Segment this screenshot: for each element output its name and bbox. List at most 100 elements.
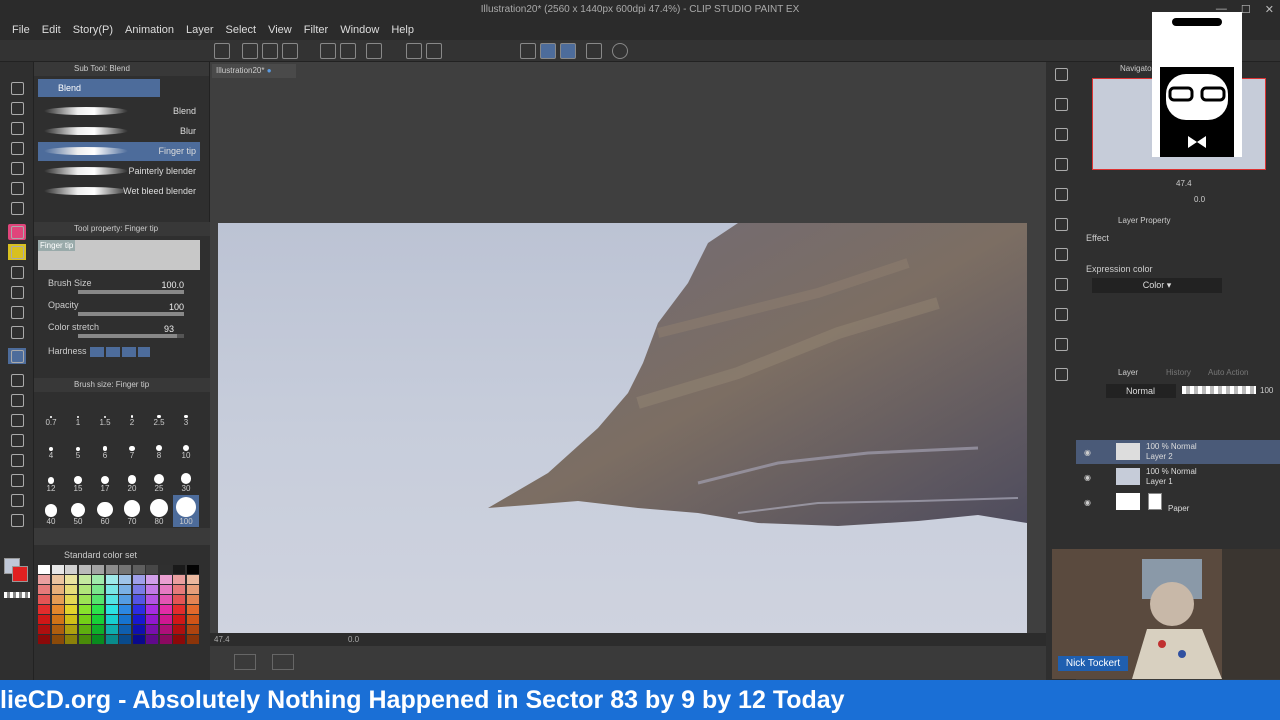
color-swatch[interactable] [65,575,77,584]
tab-history[interactable]: History [1166,368,1191,377]
color-swatch[interactable] [51,595,64,604]
brush-size-preset[interactable]: 5 [65,429,91,461]
brush-size-preset[interactable]: 25 [146,462,172,494]
decoration-tool-icon[interactable] [8,304,26,320]
brush-size-preset[interactable]: 70 [119,495,145,527]
text-tool-icon[interactable] [8,472,26,488]
eraser-tool-icon[interactable] [8,324,26,340]
color-swatch[interactable] [159,635,172,644]
color-swatch[interactable] [105,575,118,584]
color-swatch[interactable] [159,615,172,624]
expression-color-select[interactable]: Color ▾ [1092,278,1222,293]
redo-icon[interactable] [340,43,356,59]
layer-row[interactable]: ◉ 100 % Normal Layer 2 [1076,440,1280,464]
menu-animation[interactable]: Animation [119,24,180,36]
color-swatch[interactable] [78,565,91,574]
color-swatch[interactable] [132,565,145,574]
color-swatch[interactable] [146,615,158,624]
color-swatch[interactable] [92,595,104,604]
color-swatch[interactable] [146,635,158,644]
color-swatch[interactable] [78,585,91,594]
brush-size-preset[interactable]: 1.5 [92,396,118,428]
menu-filter[interactable]: Filter [298,24,334,36]
color-swatch[interactable] [51,585,64,594]
brush-size-row[interactable]: Brush Size 100.0 [48,278,198,296]
brush-size-preset[interactable]: 1 [65,396,91,428]
brush-item-wet-bleed-blender[interactable]: Wet bleed blender [38,182,200,201]
balloon-tool-icon[interactable] [8,492,26,508]
layer-row[interactable]: ◉ Paper [1076,490,1280,514]
color-swatch[interactable] [186,635,199,644]
brush-size-preset[interactable]: 2 [119,396,145,428]
color-swatch[interactable] [38,615,50,624]
grid-icon[interactable] [272,654,294,670]
blend-mode-select[interactable]: Normal [1106,384,1176,398]
color-swatch[interactable] [65,625,77,634]
color-swatch[interactable] [119,595,131,604]
color-swatch[interactable] [119,565,131,574]
panel-icon-7[interactable] [1052,276,1070,292]
transparent-color-swatch[interactable] [4,592,30,598]
brush-item-painterly-blender[interactable]: Painterly blender [38,162,200,181]
transform-icon[interactable] [426,43,442,59]
brush-size-preset[interactable]: 60 [92,495,118,527]
brush-size-preset[interactable]: 4 [38,429,64,461]
color-swatch[interactable] [186,605,199,614]
color-swatch[interactable] [51,565,64,574]
color-swatch[interactable] [159,595,172,604]
menu-file[interactable]: File [6,24,36,36]
brush-item-blend[interactable]: Blend [38,102,200,121]
color-swatch[interactable] [173,615,185,624]
brush-size-preset[interactable]: 6 [92,429,118,461]
color-swatch[interactable] [146,595,158,604]
search-icon[interactable] [1052,66,1070,82]
tab-auto-action[interactable]: Auto Action [1208,368,1248,377]
opacity-row[interactable]: Opacity 100 [48,300,198,318]
color-swatch[interactable] [38,635,50,644]
color-swatch[interactable] [146,575,158,584]
visibility-eye-icon[interactable]: ◉ [1084,448,1091,457]
menu-select[interactable]: Select [220,24,263,36]
layer-opacity-value[interactable]: 100 [1260,386,1273,395]
panel-icon-9[interactable] [1052,336,1070,352]
save-icon[interactable] [282,43,298,59]
color-swatch[interactable] [173,635,185,644]
brush-size-preset[interactable]: 10 [173,429,199,461]
color-swatch[interactable] [132,635,145,644]
brush-size-preset[interactable]: 40 [38,495,64,527]
color-swatch[interactable] [92,565,104,574]
auto-select-tool-icon[interactable] [8,180,26,196]
panel-icon-10[interactable] [1052,366,1070,382]
fill-tool-icon[interactable] [8,372,26,388]
navigator-angle[interactable]: 0.0 [1194,195,1205,204]
color-swatch[interactable] [132,605,145,614]
menu-help[interactable]: Help [385,24,420,36]
brush-size-preset[interactable]: 17 [92,462,118,494]
panel-icon-8[interactable] [1052,306,1070,322]
color-swatch[interactable] [78,575,91,584]
brush-item-finger-tip[interactable]: Finger tip [38,142,200,161]
color-swatch[interactable] [51,605,64,614]
color-swatch[interactable] [38,575,50,584]
ruler-tool-icon[interactable] [8,452,26,468]
color-swatch[interactable] [105,595,118,604]
color-swatch[interactable] [92,575,104,584]
color-set-name[interactable]: Standard color set [64,550,137,560]
menu-window[interactable]: Window [334,24,385,36]
app-icon[interactable] [214,43,230,59]
color-swatch[interactable] [132,595,145,604]
brush-size-preset[interactable]: 8 [146,429,172,461]
color-swatch[interactable] [119,625,131,634]
selection-tool-icon[interactable] [8,160,26,176]
color-swatch[interactable] [159,585,172,594]
companion-icon[interactable] [586,43,602,59]
brush-tool-icon[interactable] [8,264,26,280]
color-swatch[interactable] [119,635,131,644]
color-swatch[interactable] [186,585,199,594]
color-swatch[interactable] [92,615,104,624]
hand-tool-icon[interactable] [8,100,26,116]
brush-size-preset[interactable]: 50 [65,495,91,527]
color-swatch[interactable] [78,615,91,624]
color-stretch-row[interactable]: Color stretch 93 [48,322,198,340]
sub-color-swatch[interactable] [12,566,28,582]
